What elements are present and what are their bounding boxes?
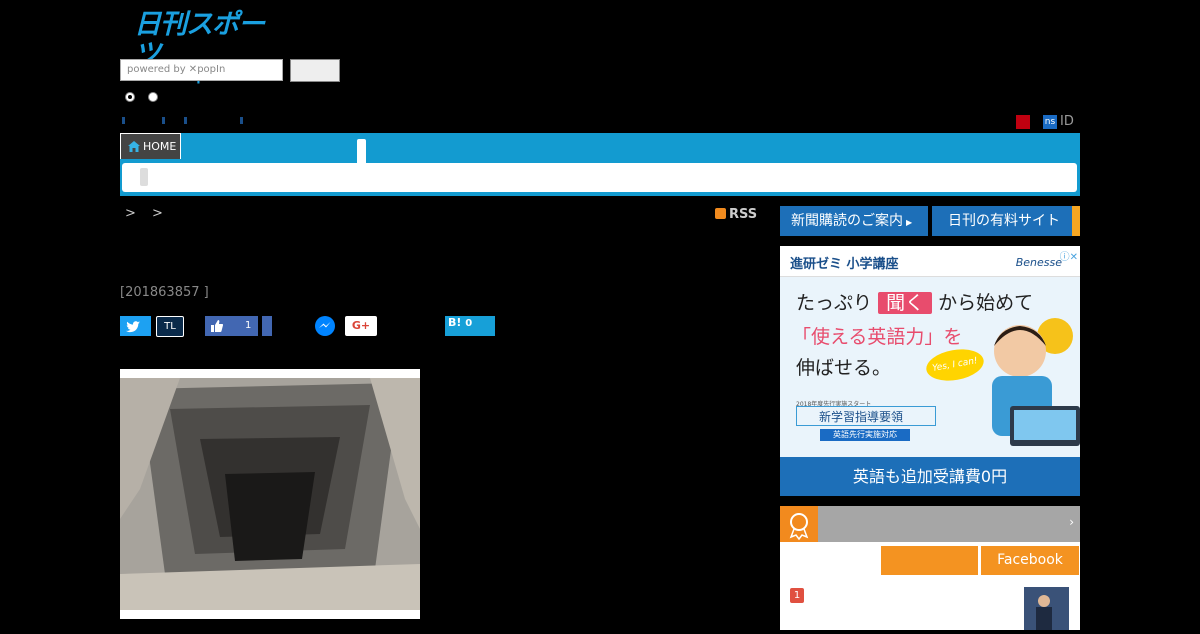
ad-close-icon[interactable]: ⓘ✕	[1060, 248, 1078, 263]
search-scope-radio-site[interactable]	[125, 92, 135, 102]
newspaper-subscription-button[interactable]: 新聞購読のご案内 ▶	[780, 206, 928, 236]
ranking-medal-icon	[780, 506, 818, 542]
subnav-link-1[interactable]	[122, 117, 125, 124]
account-red-icon[interactable]	[1016, 115, 1030, 129]
ad-boy-illustration	[992, 318, 1080, 446]
sub-nav-marker	[140, 168, 148, 186]
timeline-share-button[interactable]: TL	[156, 316, 184, 337]
facebook-like-button[interactable]: 1	[205, 316, 258, 336]
article-date: [201863857 ]	[120, 285, 209, 300]
ranking-header: ›	[780, 506, 1080, 542]
twitter-icon	[126, 321, 140, 333]
ad-line1-a: たっぷり	[796, 292, 873, 314]
rss-label: RSS	[729, 207, 758, 222]
search-button[interactable]	[290, 59, 340, 82]
hatena-label: B!	[448, 316, 462, 329]
subnav-link-3[interactable]	[184, 117, 187, 124]
hatena-count: 0	[465, 318, 473, 329]
facebook-share-tail[interactable]	[262, 316, 272, 336]
id-link[interactable]: ID	[1060, 114, 1074, 129]
chevron-right-icon[interactable]: ›	[1069, 515, 1074, 529]
benesse-ad-banner[interactable]: 進研ゼミ 小学講座 Benesse ⓘ✕ たっぷり 聞く から始めて 「使える英…	[780, 246, 1080, 496]
chevron-right-icon: ▶	[906, 218, 913, 227]
rss-icon	[715, 208, 726, 219]
ad-english-first: 英語先行実施対応	[820, 429, 910, 441]
search-scope-radio-web[interactable]	[148, 92, 158, 102]
hatena-bookmark-button[interactable]: B! 0	[445, 316, 495, 336]
ad-new-curriculum: 新学習指導要領	[796, 406, 936, 426]
paid-site-button[interactable]: 日刊の有料サイト	[932, 206, 1080, 236]
facebook-like-count: 1	[245, 320, 252, 331]
ranking-tab-facebook[interactable]: Facebook	[981, 546, 1079, 575]
pit-photo-image	[120, 369, 420, 619]
ad-line3: 伸ばせる。	[796, 357, 892, 379]
ranking-thumbnail[interactable]	[1024, 587, 1069, 630]
home-icon	[128, 141, 140, 152]
ad-line1-b: 聞く	[878, 292, 933, 314]
google-plus-share-button[interactable]: G+	[345, 316, 377, 336]
subnav-link-2[interactable]	[162, 117, 165, 124]
subnav-link-4[interactable]	[240, 117, 243, 124]
ad-brand: Benesse	[1015, 256, 1062, 269]
subscription-label: 新聞購読のご案内	[791, 213, 903, 229]
ranking-tab-1[interactable]	[881, 546, 978, 575]
rss-link[interactable]: RSS	[715, 207, 757, 222]
twitter-share-button[interactable]	[120, 316, 151, 336]
chevron-right-icon	[1072, 206, 1080, 236]
rank-number-badge: 1	[790, 588, 804, 603]
messenger-icon	[319, 322, 331, 328]
nav-tab-indicator	[357, 139, 366, 163]
site-logo[interactable]: 日刊スポーツ nikkansports.com	[134, 10, 286, 85]
article-photo[interactable]	[120, 369, 420, 619]
search-placeholder: powered by ✕popIn	[127, 64, 226, 75]
nav-home-tab[interactable]: HOME	[120, 133, 181, 159]
ns-badge[interactable]: ns	[1043, 115, 1057, 129]
breadcrumb: > >	[125, 206, 169, 221]
thumbs-up-icon	[211, 320, 223, 332]
paid-site-label: 日刊の有料サイト	[948, 213, 1060, 229]
messenger-share-button[interactable]	[315, 316, 335, 336]
nav-home-label: HOME	[143, 140, 177, 153]
ad-header: 進研ゼミ 小学講座	[790, 257, 899, 272]
search-input[interactable]: powered by ✕popIn	[120, 59, 283, 81]
ad-line2: 「使える英語力」を	[792, 326, 963, 348]
sub-nav-bar	[122, 163, 1077, 192]
ad-footer: 英語も追加受講費0円	[780, 457, 1080, 496]
